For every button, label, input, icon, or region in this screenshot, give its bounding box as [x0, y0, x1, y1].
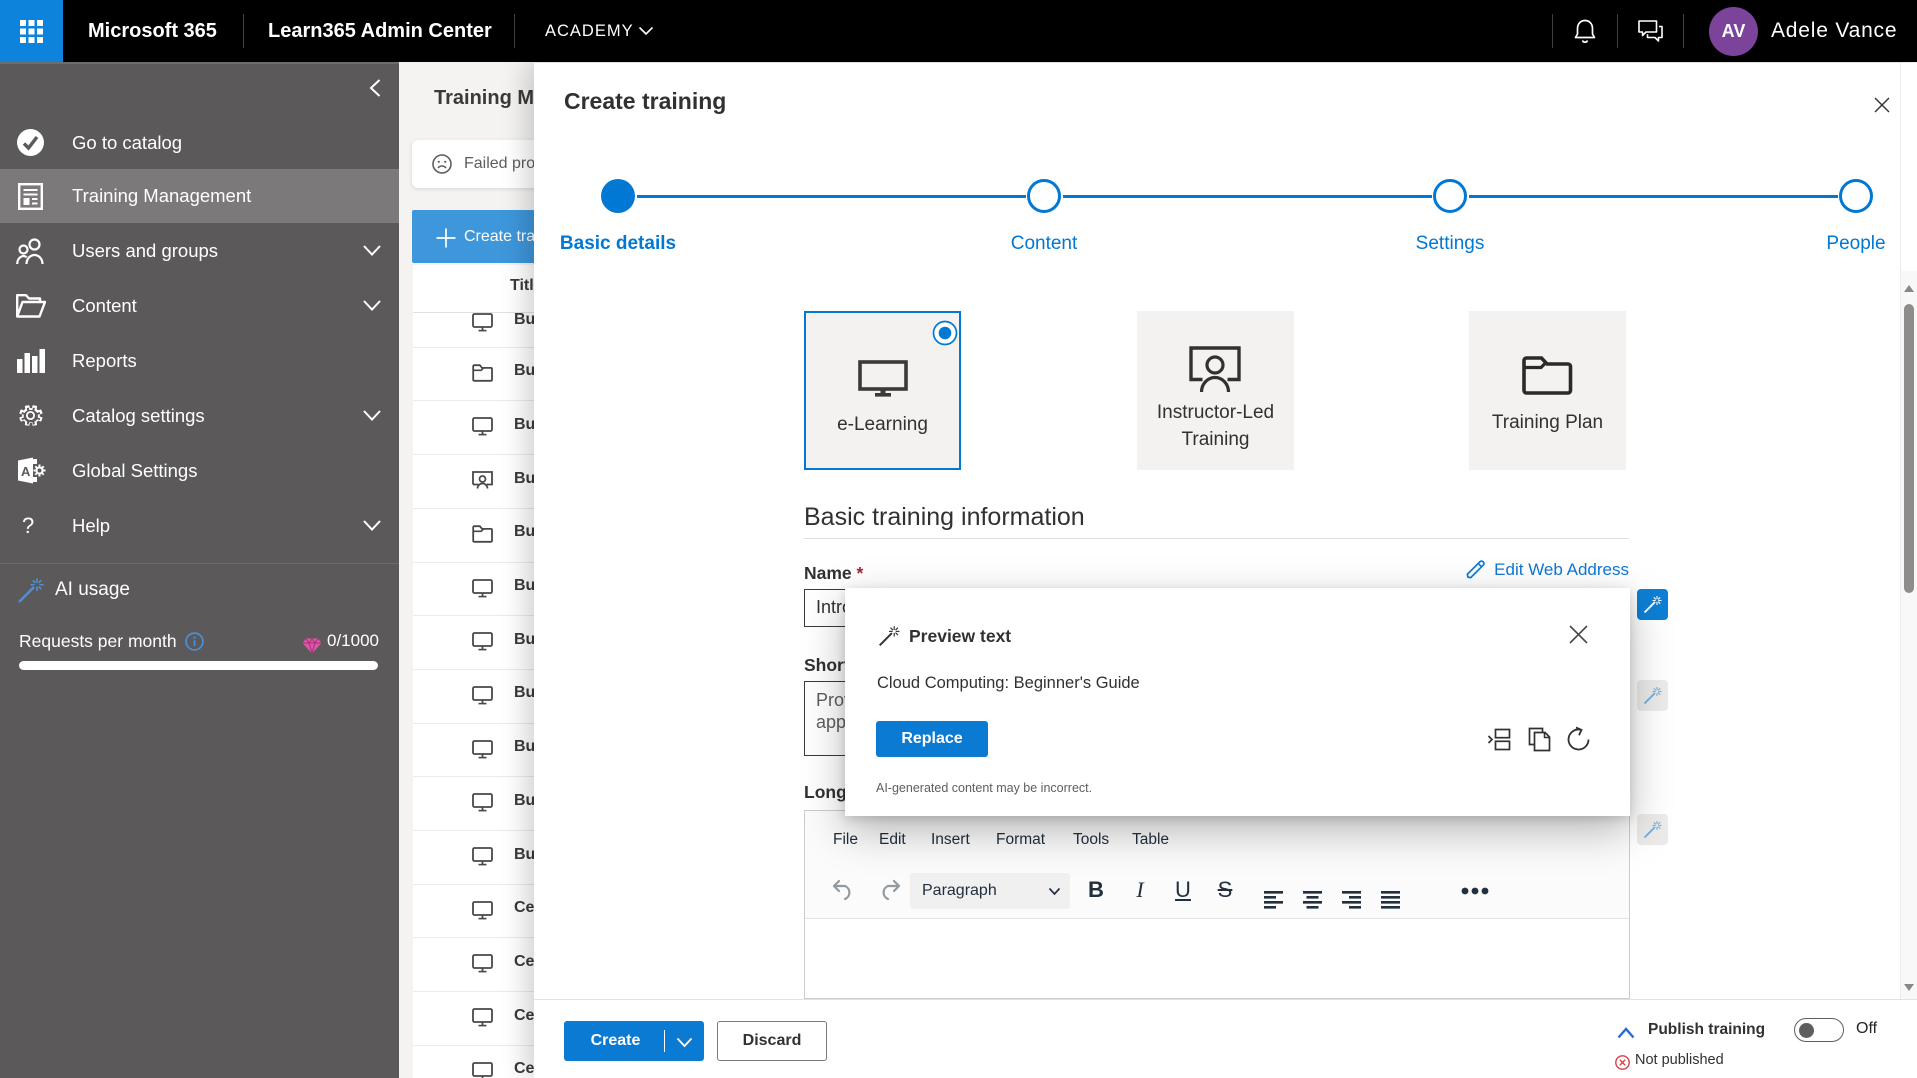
svg-text:A: A	[21, 464, 31, 479]
